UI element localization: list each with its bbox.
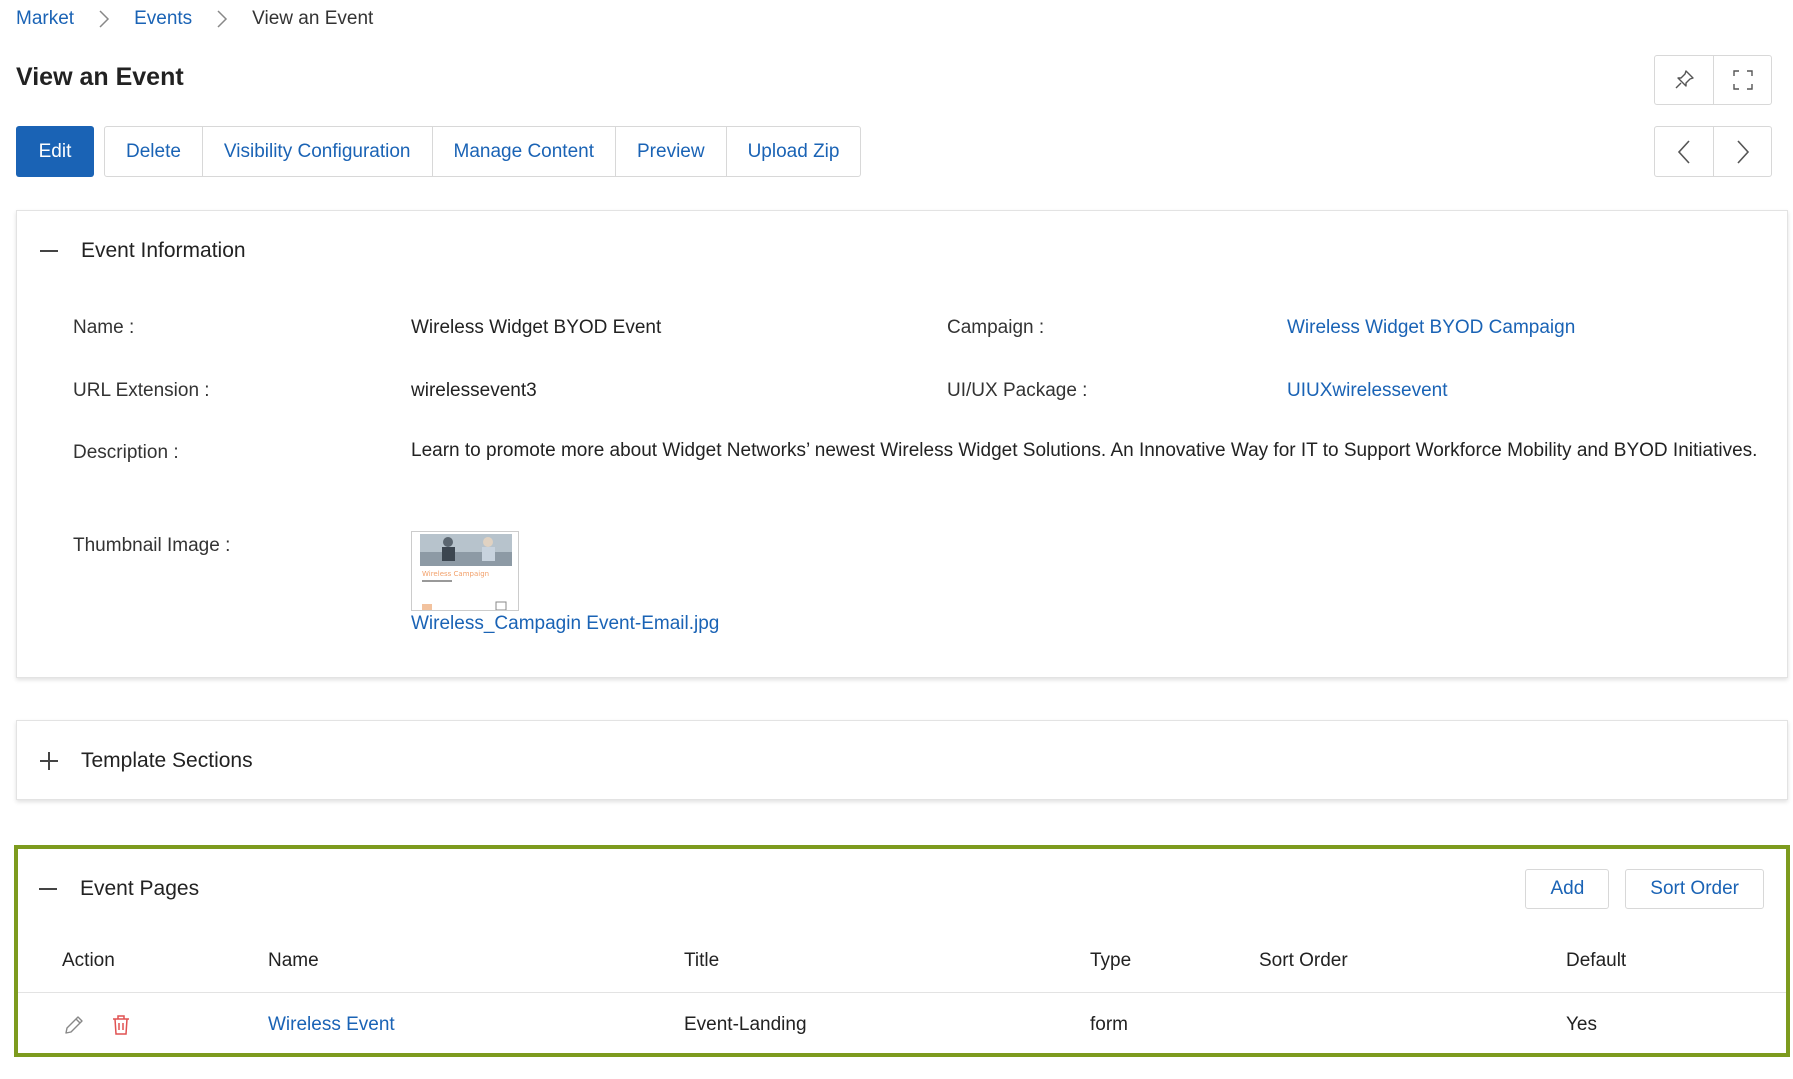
name-label: Name : — [73, 317, 135, 338]
event-page-type: form — [1090, 1014, 1128, 1035]
name-value: Wireless Widget BYOD Event — [411, 317, 662, 338]
table-header-row: Action Name Title Type Sort Order Defaul… — [18, 929, 1786, 993]
event-page-name-link[interactable]: Wireless Event — [268, 993, 395, 1057]
event-pages-actions: Add Sort Order — [1525, 869, 1764, 909]
template-sections-title: Template Sections — [81, 749, 253, 772]
delete-button[interactable]: Delete — [105, 127, 202, 176]
description-value: Learn to promote more about Widget Netwo… — [411, 440, 1758, 461]
edit-button[interactable]: Edit — [16, 126, 94, 177]
upload-zip-button[interactable]: Upload Zip — [725, 127, 861, 176]
event-pages-header[interactable]: Event Pages — [18, 849, 1786, 929]
edit-row-icon[interactable] — [62, 993, 86, 1057]
event-pages-table: Action Name Title Type Sort Order Defaul… — [18, 929, 1786, 1057]
campaign-link[interactable]: Wireless Widget BYOD Campaign — [1287, 317, 1575, 339]
thumbnail-caption: Wireless Campaign — [422, 570, 489, 578]
preview-button[interactable]: Preview — [615, 127, 726, 176]
record-navigation — [1654, 126, 1772, 177]
breadcrumb-market[interactable]: Market — [16, 8, 74, 30]
column-header-type[interactable]: Type — [1090, 929, 1131, 993]
event-pages-panel: Event Pages Add Sort Order Action Name T… — [14, 845, 1790, 1057]
event-information-panel: Event Information Name : Wireless Widget… — [16, 210, 1788, 678]
thumbnail-image[interactable]: Wireless Campaign — [411, 531, 519, 611]
page: Market Events View an Event View an Even… — [0, 0, 1793, 1079]
event-fields: Name : Wireless Widget BYOD Event Campai… — [17, 211, 1787, 677]
url-extension-value: wirelessevent3 — [411, 380, 537, 401]
breadcrumb-current: View an Event — [252, 8, 374, 29]
column-header-title[interactable]: Title — [684, 929, 719, 993]
url-extension-label: URL Extension : — [73, 380, 210, 401]
uiux-package-link[interactable]: UIUXwirelessevent — [1287, 380, 1448, 402]
pin-icon[interactable] — [1655, 56, 1713, 104]
manage-content-button[interactable]: Manage Content — [431, 127, 616, 176]
plus-icon[interactable] — [39, 751, 59, 771]
template-sections-panel: Template Sections — [16, 720, 1788, 800]
chevron-right-icon — [214, 9, 230, 29]
column-header-default[interactable]: Default — [1566, 929, 1626, 993]
column-header-sort-order[interactable]: Sort Order — [1259, 929, 1348, 993]
campaign-label: Campaign : — [947, 317, 1045, 338]
event-page-title: Event-Landing — [684, 1014, 807, 1035]
thumbnail-label: Thumbnail Image : — [73, 535, 231, 556]
thumbnail-file-link[interactable]: Wireless_Campagin Event-Email.jpg — [411, 613, 719, 635]
description-label: Description : — [73, 442, 179, 463]
minus-icon[interactable] — [38, 879, 58, 899]
column-header-name[interactable]: Name — [268, 929, 319, 993]
page-title: View an Event — [16, 63, 184, 91]
sort-order-button[interactable]: Sort Order — [1625, 869, 1764, 909]
chevron-right-icon[interactable] — [1713, 127, 1771, 176]
table-row: Wireless Event Event-Landing form Yes — [18, 993, 1786, 1057]
uiux-package-label: UI/UX Package : — [947, 380, 1088, 401]
chevron-left-icon[interactable] — [1655, 127, 1713, 176]
view-controls — [1654, 55, 1772, 105]
visibility-configuration-button[interactable]: Visibility Configuration — [201, 127, 432, 176]
event-page-default: Yes — [1566, 1014, 1597, 1035]
add-button[interactable]: Add — [1525, 869, 1610, 909]
trash-icon[interactable] — [110, 993, 132, 1057]
action-button-group: Delete Visibility Configuration Manage C… — [104, 126, 862, 177]
chevron-right-icon — [96, 9, 112, 29]
breadcrumb: Market Events View an Event — [16, 8, 373, 30]
action-toolbar: Edit Delete Visibility Configuration Man… — [16, 126, 862, 177]
breadcrumb-events[interactable]: Events — [134, 8, 192, 30]
fullscreen-icon[interactable] — [1713, 56, 1771, 104]
template-sections-header[interactable]: Template Sections — [17, 721, 1787, 801]
column-header-action: Action — [62, 950, 115, 971]
event-pages-title: Event Pages — [80, 877, 200, 900]
